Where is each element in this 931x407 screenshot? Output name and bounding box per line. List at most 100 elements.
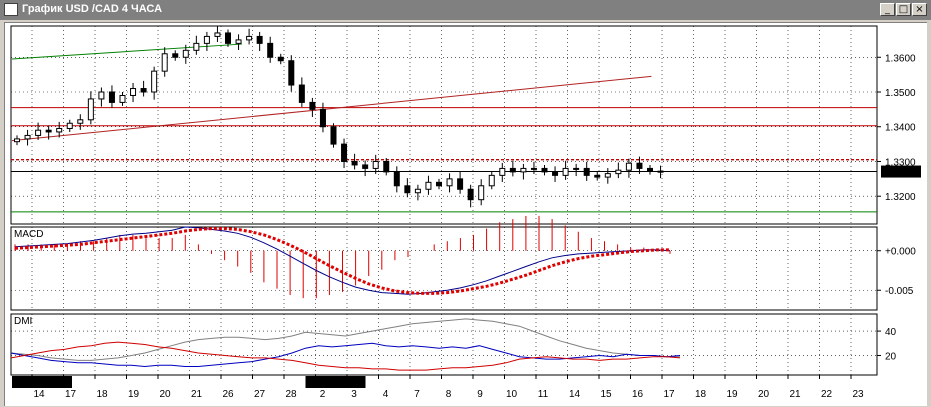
candle-body: [520, 167, 527, 173]
candle-body: [235, 39, 242, 44]
candle-body: [193, 42, 200, 51]
x-tick-label: 17: [65, 389, 77, 400]
candle-body: [172, 53, 179, 58]
candle-body: [277, 56, 284, 62]
x-tick-label: 14: [569, 389, 581, 400]
candle-body: [77, 119, 84, 124]
candle-body: [341, 143, 348, 162]
dmi-y-label: 40: [885, 327, 897, 338]
candle-body: [288, 60, 295, 86]
candle-body: [203, 35, 210, 44]
dmi-y-label: 20: [885, 351, 897, 362]
x-tick-label: 7: [414, 389, 420, 400]
macd-y-label: +0.000: [885, 247, 916, 258]
candle-body: [140, 88, 147, 93]
month-label: Дек 2018: [16, 378, 58, 389]
candle-body: [562, 167, 569, 176]
candle-body: [182, 49, 189, 58]
price-y-label: 1.3400: [885, 123, 916, 134]
chart-area[interactable]: 14 17 18 19 20 21 26 27 28 2 3 4 7 8 9 10 11 14 15 16 17 18 19…: [4, 22, 927, 406]
candle-body: [246, 35, 253, 41]
x-tick-label: 4: [383, 389, 389, 400]
candle-body: [319, 108, 326, 128]
x-tick-label: 16: [632, 389, 644, 400]
candle-body: [351, 160, 358, 166]
panel-frame-1: [10, 25, 878, 225]
candle-body: [98, 91, 105, 100]
candle-body: [499, 167, 506, 176]
candle-body: [530, 167, 537, 170]
macd-title: MACD: [14, 229, 43, 240]
candle-body: [151, 70, 158, 93]
candle-body: [446, 178, 453, 187]
price-y-label: 1.3500: [885, 88, 916, 99]
candle-body: [467, 188, 474, 201]
candle-body: [541, 167, 548, 173]
chart-canvas: 14 17 18 19 20 21 26 27 28 2 3 4 7 8 9 10 11 14 15 16 17 18 19…: [10, 25, 921, 400]
minimize-button[interactable]: _: [880, 3, 895, 16]
candle-body: [573, 167, 580, 170]
price-y-label: 1.3200: [885, 192, 916, 203]
candle-body: [56, 127, 63, 133]
x-tick-label: 18: [695, 389, 707, 400]
candle-body: [509, 167, 516, 173]
candle-body: [636, 162, 643, 169]
candle-body: [45, 129, 52, 133]
x-tick-label: 14: [33, 389, 45, 400]
macd-y-label: -0.005: [885, 286, 914, 297]
chart-window-icon: [4, 3, 18, 16]
x-tick-label: 10: [506, 389, 518, 400]
candle-body: [647, 167, 653, 172]
x-tick-label: 17: [663, 389, 675, 400]
candle-body: [404, 185, 411, 194]
candle-body: [130, 88, 137, 96]
x-tick-label: 20: [159, 389, 171, 400]
x-tick-label: 26: [222, 389, 234, 400]
candle-body: [298, 84, 305, 103]
x-tick-label: 2: [320, 389, 326, 400]
candle-body: [119, 94, 126, 103]
x-tick-label: 15: [600, 389, 612, 400]
candle-body: [14, 138, 20, 143]
maximize-button[interactable]: □: [896, 3, 911, 16]
candle-body: [256, 35, 263, 44]
dmi-title: DMI: [14, 316, 32, 327]
candle-body: [35, 129, 42, 136]
candle-body: [66, 122, 73, 129]
close-button[interactable]: ×: [912, 3, 927, 16]
candle-body: [436, 181, 442, 187]
month-label: Янв 2019: [310, 378, 354, 389]
x-tick-label: 27: [254, 389, 266, 400]
x-tick-label: 3: [351, 389, 357, 400]
current-price-label: 1.3271: [884, 168, 915, 179]
candle-body: [425, 181, 432, 190]
candle-body: [383, 160, 390, 173]
x-tick-label: 18: [96, 389, 108, 400]
price-y-label: 1.3600: [885, 53, 916, 64]
candle-body: [267, 42, 274, 58]
candle-body: [309, 101, 316, 110]
x-tick-label: 19: [726, 389, 738, 400]
candle-body: [625, 162, 632, 171]
candle-body: [24, 134, 31, 140]
candle-body: [552, 171, 559, 176]
candle-body: [414, 188, 421, 194]
x-tick-label: 21: [789, 389, 801, 400]
candle-body: [161, 53, 168, 72]
x-tick-label: 20: [758, 389, 770, 400]
candle-body: [657, 170, 664, 173]
trendline-green: [11, 43, 242, 60]
candle-body: [108, 91, 115, 103]
window-titlebar[interactable]: График USD /CAD 4 ЧАСА _ □ ×: [0, 0, 931, 20]
candle-body: [225, 32, 231, 44]
candle-body: [362, 164, 369, 169]
candle-body: [583, 167, 590, 176]
x-tick-label: 23: [852, 389, 864, 400]
candle-body: [87, 98, 94, 121]
candle-body: [615, 169, 622, 175]
candle-body: [594, 174, 601, 178]
candle-body: [372, 160, 379, 169]
window-title: График USD /CAD 4 ЧАСА: [22, 3, 163, 15]
panel-frame-2: [10, 226, 878, 311]
x-tick-label: 8: [446, 389, 452, 400]
